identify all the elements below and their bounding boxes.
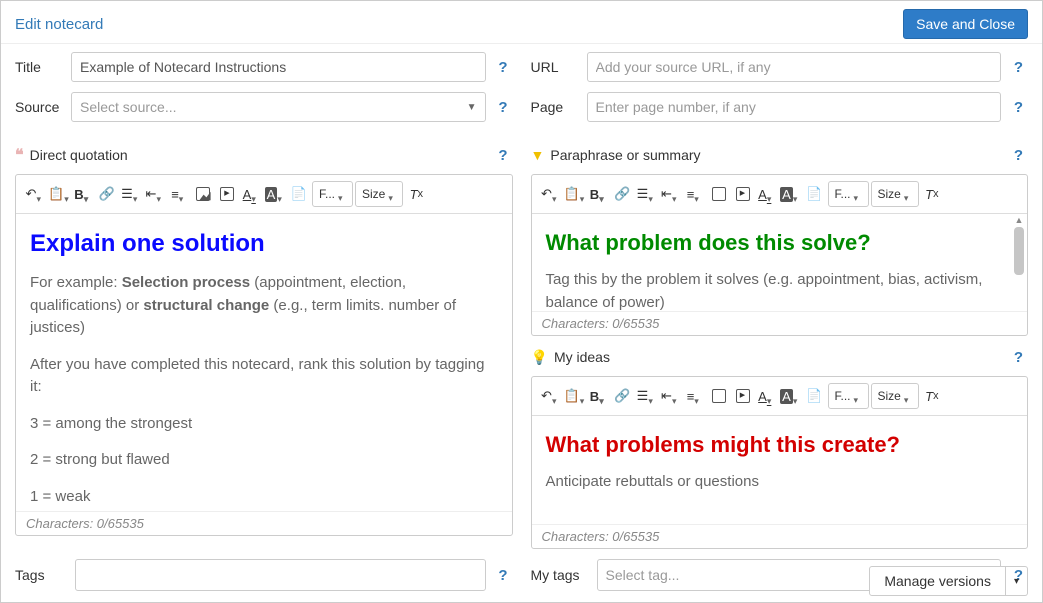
manage-versions-button[interactable]: Manage versions [869,566,1006,596]
link-button[interactable]: 🔗 [96,182,118,206]
video-button[interactable]: ▶ [732,182,754,206]
image-button[interactable] [192,182,214,206]
ideas-heading: What problems might this create? [546,428,1014,461]
source-label: Source [15,99,63,115]
paste-button[interactable]: 📋 [48,182,70,206]
clear-format-button[interactable]: Tx [921,182,943,206]
paste-button[interactable]: 📋 [564,182,586,206]
list-button[interactable]: ☰ [636,182,658,206]
save-and-close-button[interactable]: Save and Close [903,9,1028,39]
ideas-toolbar: ↶ 📋 B 🔗 ☰ ⇤ ≡ ▶ A A 📄 F... Size Tx [532,377,1028,416]
video-button[interactable]: ▶ [216,182,238,206]
url-input[interactable] [587,52,1002,82]
bold-button[interactable]: B [588,182,610,206]
funnel-icon: ▼ [531,147,545,163]
source-select[interactable]: Select source... ▼ [71,92,486,122]
link-button[interactable]: 🔗 [612,384,634,408]
list-button[interactable]: ☰ [120,182,142,206]
page-input[interactable] [587,92,1002,122]
image-button[interactable] [708,384,730,408]
help-url-icon[interactable]: ? [1009,52,1028,82]
bold-button[interactable]: B [588,384,610,408]
image-button[interactable] [708,182,730,206]
page-label: Page [531,99,579,115]
bold-button[interactable]: B [72,182,94,206]
paraphrase-editor: ↶ 📋 B 🔗 ☰ ⇤ ≡ ▶ A A 📄 F... Size Tx [531,174,1029,336]
undo-button[interactable]: ↶ [540,182,562,206]
size-select[interactable]: Size [355,181,403,207]
quote-editor: ↶ 📋 B 🔗 ☰ ⇤ ≡ ▶ A A 📄 F... Size Tx [15,174,513,536]
chevron-down-icon: ▼ [467,102,477,113]
mytags-label: My tags [531,567,589,583]
font-select[interactable]: F... [828,383,869,409]
file-button[interactable]: 📄 [804,384,826,408]
ideas-char-count: Characters: 0/65535 [532,524,1028,548]
file-button[interactable]: 📄 [288,182,310,206]
edit-notecard-link[interactable]: Edit notecard [15,16,103,33]
source-placeholder: Select source... [80,99,177,115]
text-color-button[interactable]: A [756,384,778,408]
text-color-button[interactable]: A [756,182,778,206]
help-title-icon[interactable]: ? [494,52,513,82]
help-quote-icon[interactable]: ? [494,140,513,170]
ideas-editor: ↶ 📋 B 🔗 ☰ ⇤ ≡ ▶ A A 📄 F... Size Tx [531,376,1029,549]
paraphrase-content[interactable]: What problem does this solve? Tag this b… [532,214,1028,311]
paraphrase-heading: What problem does this solve? [546,226,1006,259]
title-input[interactable] [71,52,486,82]
help-tags-icon[interactable]: ? [494,560,513,590]
title-label: Title [15,59,63,75]
clear-format-button[interactable]: Tx [405,182,427,206]
lightbulb-icon: 💡 [531,349,548,366]
paste-button[interactable]: 📋 [564,384,586,408]
paraphrase-scrollbar[interactable]: ▲ [1013,215,1025,333]
tags-label: Tags [15,567,67,583]
indent-button[interactable]: ⇤ [660,384,682,408]
bg-color-button[interactable]: A [780,182,802,206]
undo-button[interactable]: ↶ [24,182,46,206]
help-paraphrase-icon[interactable]: ? [1009,140,1028,170]
direct-quotation-label: Direct quotation [30,147,128,163]
list-button[interactable]: ☰ [636,384,658,408]
font-select[interactable]: F... [312,181,353,207]
quote-toolbar: ↶ 📋 B 🔗 ☰ ⇤ ≡ ▶ A A 📄 F... Size Tx [16,175,512,214]
bg-color-button[interactable]: A [264,182,286,206]
help-ideas-icon[interactable]: ? [1009,342,1028,372]
link-button[interactable]: 🔗 [612,182,634,206]
text-color-button[interactable]: A [240,182,262,206]
file-button[interactable]: 📄 [804,182,826,206]
quote-heading: Explain one solution [30,226,498,262]
align-button[interactable]: ≡ [684,384,706,408]
quote-icon: ❝ [15,145,24,165]
my-ideas-label: My ideas [554,349,610,365]
size-select[interactable]: Size [871,181,919,207]
align-button[interactable]: ≡ [684,182,706,206]
undo-button[interactable]: ↶ [540,384,562,408]
video-button[interactable]: ▶ [732,384,754,408]
scrollbar-thumb[interactable] [1014,227,1024,275]
quote-char-count: Characters: 0/65535 [16,511,512,535]
paraphrase-char-count: Characters: 0/65535 [532,311,1028,335]
help-page-icon[interactable]: ? [1009,92,1028,122]
ideas-content[interactable]: What problems might this create? Anticip… [532,416,1028,524]
manage-versions-dropdown[interactable]: ▾ [1006,566,1028,596]
size-select[interactable]: Size [871,383,919,409]
tags-input[interactable] [75,559,486,591]
help-source-icon[interactable]: ? [494,92,513,122]
indent-button[interactable]: ⇤ [144,182,166,206]
paraphrase-toolbar: ↶ 📋 B 🔗 ☰ ⇤ ≡ ▶ A A 📄 F... Size Tx [532,175,1028,214]
font-select[interactable]: F... [828,181,869,207]
url-label: URL [531,59,579,75]
clear-format-button[interactable]: Tx [921,384,943,408]
paraphrase-label: Paraphrase or summary [550,147,700,163]
mytags-placeholder: Select tag... [606,567,680,583]
quote-content[interactable]: Explain one solution For example: Select… [16,214,512,511]
bg-color-button[interactable]: A [780,384,802,408]
align-button[interactable]: ≡ [168,182,190,206]
indent-button[interactable]: ⇤ [660,182,682,206]
